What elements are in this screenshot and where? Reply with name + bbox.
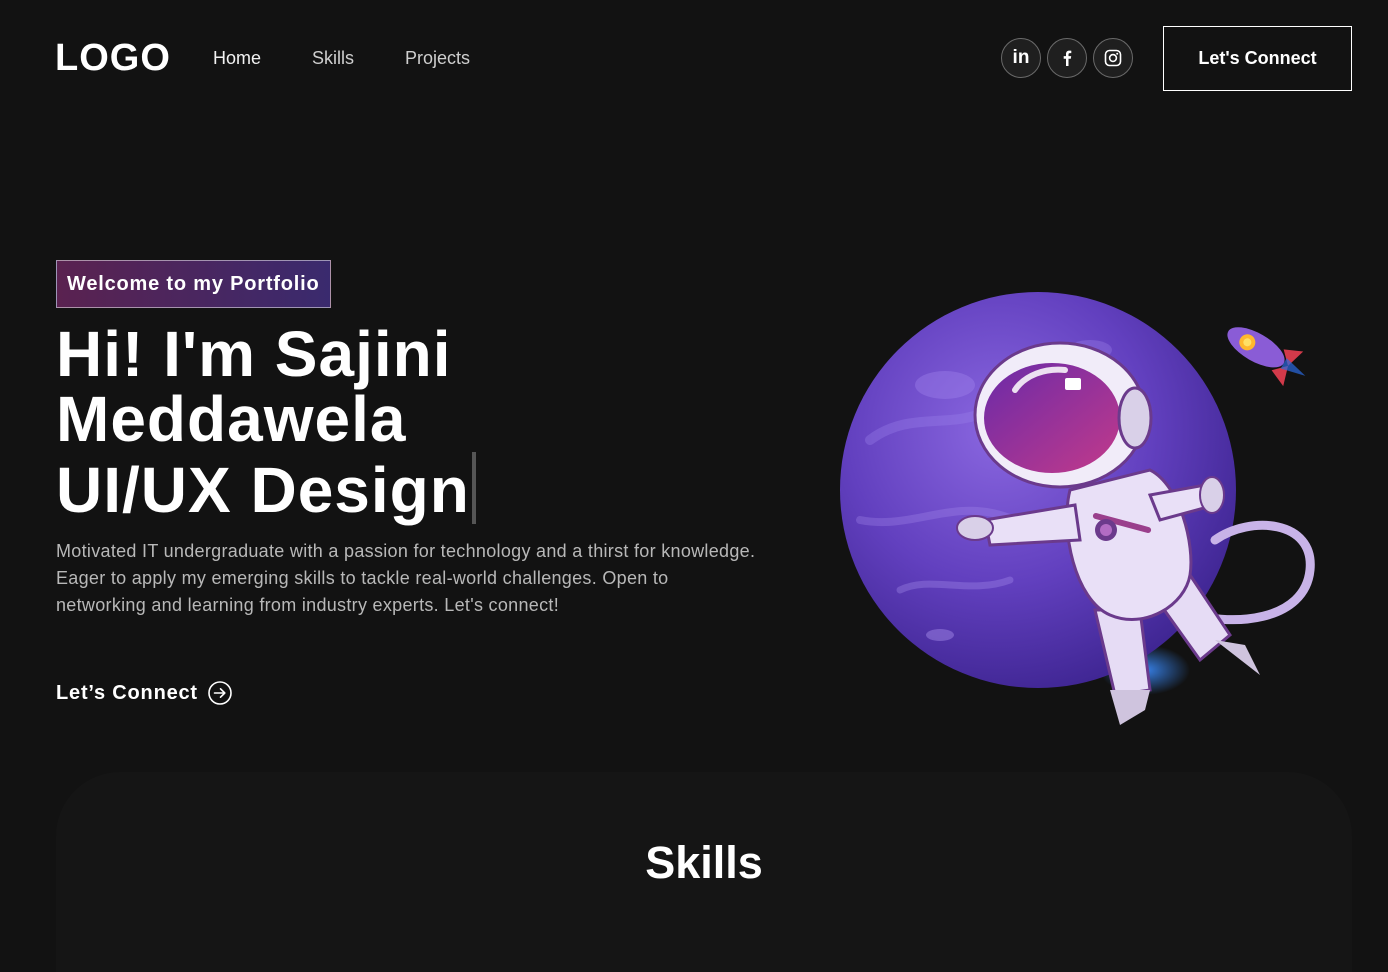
headline-line-2: Meddawela	[56, 383, 407, 455]
rocket-icon	[1227, 327, 1306, 387]
navbar: LOGO Home Skills Projects in Let's Conne…	[0, 0, 1388, 116]
hero-connect-link[interactable]: Let’s Connect	[56, 681, 232, 705]
nav-link-projects[interactable]: Projects	[405, 46, 470, 70]
nav-link-home[interactable]: Home	[213, 46, 261, 70]
nav-link-skills[interactable]: Skills	[312, 46, 354, 70]
typewriter-text: UI/UX Design	[56, 454, 470, 526]
facebook-button[interactable]	[1047, 38, 1087, 78]
skills-title: Skills	[645, 837, 763, 888]
nav-links: Home Skills Projects	[213, 46, 521, 70]
lets-connect-button[interactable]: Let's Connect	[1163, 26, 1352, 91]
arrow-right-circle-icon	[208, 681, 232, 705]
astronaut-planet-illustration	[840, 292, 1315, 725]
headline-line-1: Hi! I'm Sajini	[56, 318, 452, 390]
skills-section: Skills	[56, 772, 1352, 972]
typing-caret	[471, 452, 476, 524]
welcome-tagline: Welcome to my Portfolio	[56, 260, 331, 308]
hero-description: Motivated IT undergraduate with a passio…	[56, 541, 756, 615]
social-links: in	[1001, 38, 1139, 78]
facebook-icon	[1063, 50, 1072, 66]
hero-connect-label: Let’s Connect	[56, 681, 198, 704]
logo[interactable]: LOGO	[55, 36, 171, 80]
hero-headline: Hi! I'm Sajini Meddawela UI/UX Design	[56, 322, 476, 524]
headline-line-3: UI/UX Design	[56, 452, 476, 524]
instagram-icon	[1104, 49, 1122, 67]
linkedin-icon: in	[1012, 47, 1030, 68]
linkedin-button[interactable]: in	[1001, 38, 1041, 78]
instagram-button[interactable]	[1093, 38, 1133, 78]
